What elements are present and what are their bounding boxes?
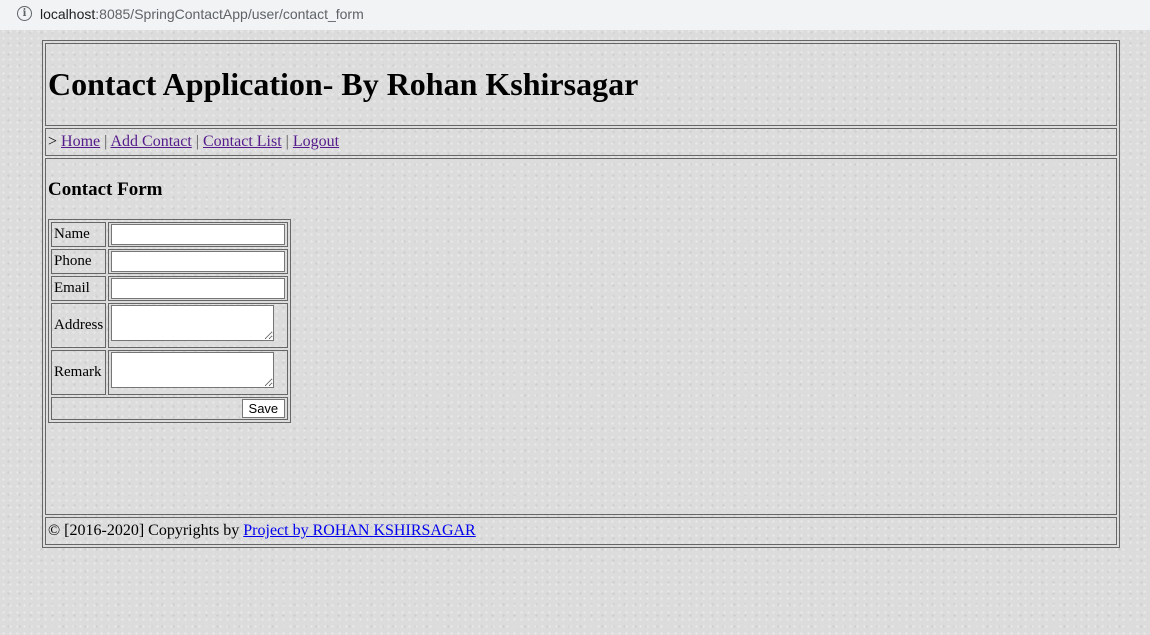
menu-link-contact-list[interactable]: Contact List xyxy=(203,133,282,150)
form-row-phone: Phone xyxy=(51,249,289,275)
address-textarea[interactable] xyxy=(111,305,275,342)
menu-link-add-contact[interactable]: Add Contact xyxy=(110,133,191,150)
email-label: Email xyxy=(51,276,107,302)
content-cell: Contact Form Name Phone Email Address Re… xyxy=(45,158,1117,515)
menu-prefix: > xyxy=(48,133,58,151)
name-input[interactable] xyxy=(111,224,286,246)
copyright-text: © [2016-2020] Copyrights by xyxy=(48,521,240,539)
browser-address-bar[interactable]: i localhost:8085/SpringContactApp/user/c… xyxy=(0,0,1150,30)
form-heading: Contact Form xyxy=(48,179,163,201)
form-row-email: Email xyxy=(51,276,289,302)
actions-cell: Save xyxy=(51,397,289,421)
email-cell xyxy=(108,276,289,302)
remark-cell xyxy=(108,350,289,396)
remark-textarea[interactable] xyxy=(111,352,275,389)
form-row-remark: Remark xyxy=(51,350,289,396)
menu-separator: | xyxy=(104,133,108,151)
url-text[interactable]: localhost:8085/SpringContactApp/user/con… xyxy=(40,6,364,22)
header-cell: Contact Application- By Rohan Kshirsagar xyxy=(45,43,1117,126)
menu-bar: > Home | Add Contact | Contact List | Lo… xyxy=(45,128,1117,157)
save-button[interactable]: Save xyxy=(241,399,286,419)
phone-input[interactable] xyxy=(111,251,286,273)
form-row-actions: Save xyxy=(51,397,289,421)
email-input[interactable] xyxy=(111,278,286,300)
menu-separator: | xyxy=(195,133,199,151)
form-row-address: Address xyxy=(51,303,289,349)
menu-link-logout[interactable]: Logout xyxy=(293,133,339,150)
page-title: Contact Application- By Rohan Kshirsagar xyxy=(48,66,639,102)
url-host: localhost xyxy=(40,6,96,22)
name-cell xyxy=(108,222,289,248)
contact-form-table: Name Phone Email Address Remark Save xyxy=(48,219,292,424)
phone-cell xyxy=(108,249,289,275)
info-icon[interactable]: i xyxy=(17,6,32,21)
menu-separator: | xyxy=(285,133,289,151)
footer-cell: © [2016-2020] Copyrights by Project by R… xyxy=(45,516,1117,545)
remark-label: Remark xyxy=(51,350,107,396)
address-label: Address xyxy=(51,303,107,349)
address-cell xyxy=(108,303,289,349)
page-frame: Contact Application- By Rohan Kshirsagar… xyxy=(42,40,1120,548)
url-path: :8085/SpringContactApp/user/contact_form xyxy=(95,6,364,22)
footer-project-link[interactable]: Project by ROHAN KSHIRSAGAR xyxy=(243,522,475,539)
name-label: Name xyxy=(51,222,107,248)
phone-label: Phone xyxy=(51,249,107,275)
menu-link-home[interactable]: Home xyxy=(61,133,100,150)
form-row-name: Name xyxy=(51,222,289,248)
